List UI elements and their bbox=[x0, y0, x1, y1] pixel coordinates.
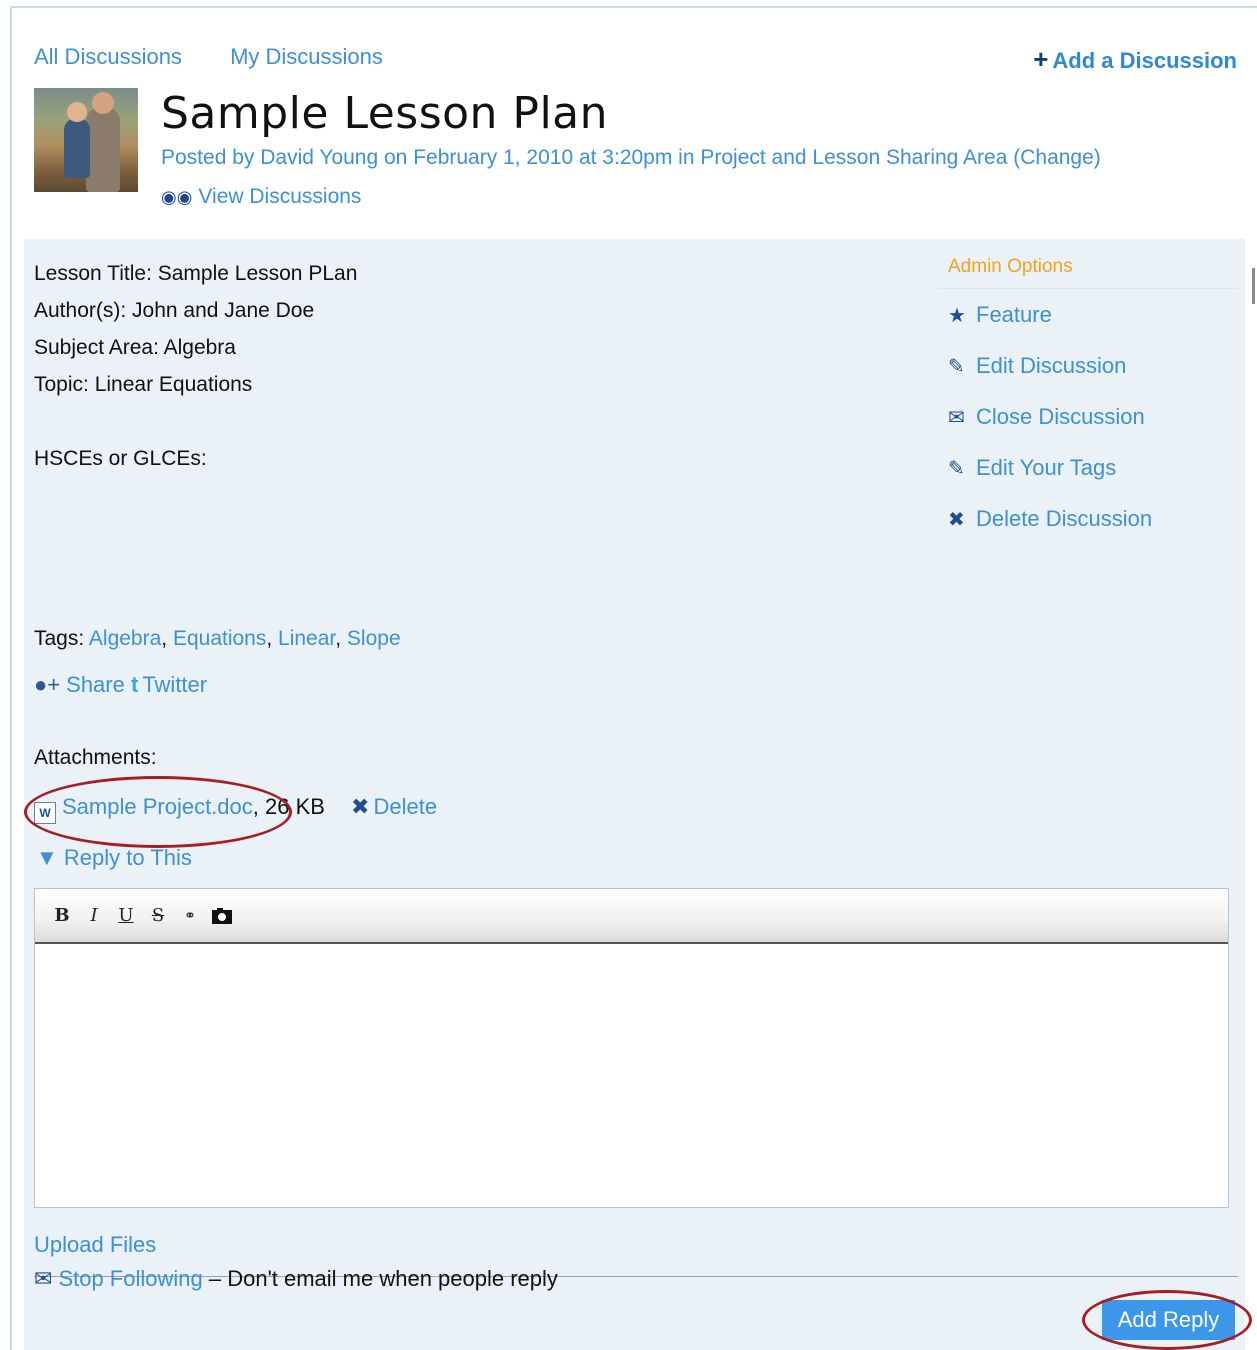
admin-options-list: ★ Feature ✎ Edit Discussion ✉ Close Discuss… bbox=[948, 302, 1152, 557]
body-line bbox=[34, 403, 357, 440]
star-icon: ★ bbox=[948, 305, 966, 327]
share-link[interactable]: ●+ Share bbox=[34, 672, 125, 697]
twitter-link[interactable]: t Twitter bbox=[131, 672, 207, 697]
underline-button[interactable]: U bbox=[115, 903, 137, 929]
tags-label: Tags: bbox=[34, 627, 85, 650]
add-discussion-link[interactable]: + Add a Discussion bbox=[1033, 44, 1237, 75]
pencil-icon: ✎ bbox=[948, 458, 965, 480]
image-button[interactable] bbox=[211, 903, 233, 929]
tag-link[interactable]: Linear bbox=[278, 627, 335, 650]
admin-edit-discussion[interactable]: ✎ Edit Discussion bbox=[948, 353, 1152, 404]
link-icon: ⚭ bbox=[184, 907, 196, 924]
admin-edit-discussion-label: Edit Discussion bbox=[976, 353, 1127, 378]
all-discussions-link[interactable]: All Discussions bbox=[34, 44, 182, 69]
author-avatar[interactable] bbox=[34, 88, 138, 192]
admin-close-discussion-label: Close Discussion bbox=[976, 404, 1145, 429]
admin-feature-label: Feature bbox=[976, 302, 1052, 327]
body-line: Topic: Linear Equations bbox=[34, 373, 253, 396]
x-icon: ✖ bbox=[351, 794, 370, 819]
discussion-nav: All Discussions My Discussions bbox=[34, 44, 425, 70]
tag-link[interactable]: Equations bbox=[173, 627, 266, 650]
body-line: HSCEs or GLCEs: bbox=[34, 447, 207, 470]
reply-toggle-label: Reply to This bbox=[63, 845, 192, 870]
social-row: ●+ Share t Twitter bbox=[34, 672, 207, 698]
follow-row: ✉ Stop Following – Don't email me when pe… bbox=[34, 1266, 558, 1292]
twitter-icon: t bbox=[130, 672, 139, 697]
binoculars-icon: ◉◉ bbox=[161, 187, 193, 207]
attachments-label: Attachments: bbox=[34, 746, 157, 769]
admin-delete-discussion[interactable]: ✖ Delete Discussion bbox=[948, 506, 1152, 557]
italic-button[interactable]: I bbox=[83, 903, 105, 929]
plus-icon: + bbox=[1033, 44, 1049, 74]
annotation-circle bbox=[24, 776, 292, 848]
reply-textarea[interactable] bbox=[35, 944, 1228, 1208]
close-discussion-icon: ✉ bbox=[948, 407, 965, 429]
strikethrough-button[interactable]: S bbox=[147, 903, 169, 929]
share-label: Share bbox=[66, 672, 125, 697]
reply-editor: B I U S ⚭ bbox=[34, 888, 1229, 1208]
add-discussion-label: Add a Discussion bbox=[1052, 48, 1237, 73]
admin-delete-discussion-label: Delete Discussion bbox=[976, 506, 1153, 531]
delete-attachment-label: Delete bbox=[373, 794, 438, 819]
admin-options-title: Admin Options bbox=[948, 256, 1073, 277]
upload-files-link[interactable]: Upload Files bbox=[34, 1232, 156, 1258]
bold-button[interactable]: B bbox=[51, 903, 73, 929]
discussion-title: Sample Lesson Plan bbox=[161, 88, 609, 139]
admin-edit-tags-label: Edit Your Tags bbox=[976, 455, 1117, 480]
triangle-down-icon: ▼ bbox=[36, 845, 58, 870]
tags-row: Tags: Algebra, Equations, Linear, Slope bbox=[34, 627, 401, 650]
body-line: Subject Area: Algebra bbox=[34, 336, 236, 359]
annotation-circle bbox=[1082, 1290, 1252, 1350]
tag-link[interactable]: Slope bbox=[347, 627, 401, 650]
editor-toolbar: B I U S ⚭ bbox=[35, 889, 1228, 944]
scroll-edge bbox=[1252, 268, 1255, 304]
link-button[interactable]: ⚭ bbox=[179, 903, 201, 929]
discussion-body: Lesson Title: Sample Lesson PLan Author(… bbox=[34, 255, 357, 477]
tag-link[interactable]: Algebra bbox=[89, 627, 161, 650]
my-discussions-link[interactable]: My Discussions bbox=[230, 44, 383, 69]
follow-note: – Don't email me when people reply bbox=[202, 1266, 558, 1291]
delete-attachment-link[interactable]: ✖ Delete bbox=[351, 794, 437, 819]
envelope-icon: ✉ bbox=[34, 1266, 53, 1291]
pencil-icon: ✎ bbox=[948, 356, 965, 378]
camera-icon bbox=[212, 907, 232, 924]
x-icon: ✖ bbox=[948, 509, 965, 531]
body-line: Lesson Title: Sample Lesson PLan bbox=[34, 262, 358, 285]
body-line: Author(s): John and Jane Doe bbox=[34, 299, 315, 322]
stop-following-link[interactable]: Stop Following bbox=[58, 1266, 202, 1291]
admin-feature[interactable]: ★ Feature bbox=[948, 302, 1152, 353]
share-icon: ●+ bbox=[34, 672, 61, 697]
admin-edit-tags[interactable]: ✎ Edit Your Tags bbox=[948, 455, 1152, 506]
posted-by-line[interactable]: Posted by David Young on February 1, 201… bbox=[161, 146, 1101, 170]
reply-to-this-toggle[interactable]: ▼ Reply to This bbox=[36, 845, 192, 871]
view-discussions-label: View Discussions bbox=[198, 185, 362, 208]
view-discussions-link[interactable]: ◉◉ View Discussions bbox=[161, 185, 361, 209]
admin-close-discussion[interactable]: ✉ Close Discussion bbox=[948, 404, 1152, 455]
admin-divider bbox=[938, 288, 1238, 289]
twitter-label: Twitter bbox=[142, 672, 208, 697]
